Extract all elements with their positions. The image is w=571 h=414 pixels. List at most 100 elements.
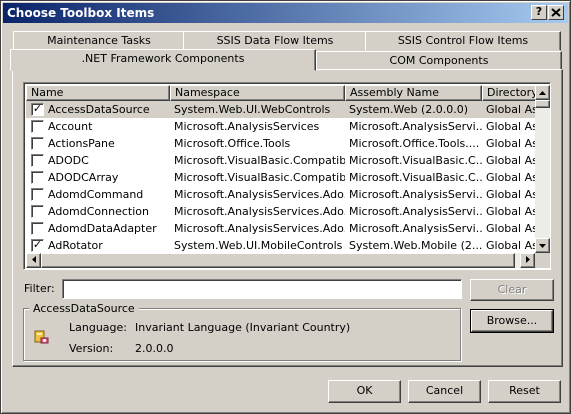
cell-namespace: System.Web.UI.MobileControls bbox=[174, 239, 343, 252]
list-body: ✓ AccessDataSource System.Web.UI.WebCont… bbox=[26, 101, 535, 253]
tab-ssis-data-flow-items[interactable]: SSIS Data Flow Items bbox=[183, 31, 367, 51]
window-title: Choose Toolbox Items bbox=[7, 6, 155, 20]
scroll-down-button[interactable] bbox=[535, 238, 550, 253]
cell-assembly: Microsoft.AnalysisServi... bbox=[349, 120, 482, 133]
tab-net-framework-components[interactable]: .NET Framework Components bbox=[10, 49, 316, 71]
vertical-scrollbar[interactable] bbox=[535, 85, 550, 253]
cell-directory: Global Ass bbox=[486, 137, 535, 150]
table-row[interactable]: ADODC Microsoft.VisualBasic.Compatibi...… bbox=[26, 152, 535, 169]
column-header-name[interactable]: Name bbox=[26, 85, 170, 101]
title-bar[interactable]: Choose Toolbox Items ? bbox=[3, 3, 568, 23]
cell-assembly: Microsoft.AnalysisServi... bbox=[349, 188, 482, 201]
cell-namespace: Microsoft.AnalysisServices.Ado... bbox=[174, 205, 345, 218]
close-button[interactable] bbox=[548, 5, 564, 20]
cell-namespace: Microsoft.AnalysisServices.Ado... bbox=[174, 188, 345, 201]
cell-name: ActionsPane bbox=[48, 137, 115, 150]
scroll-right-button[interactable] bbox=[520, 253, 535, 268]
table-row[interactable]: AdomdDataAdapter Microsoft.AnalysisServi… bbox=[26, 220, 535, 237]
row-checkbox[interactable] bbox=[31, 137, 44, 150]
tab-ssis-control-flow-items[interactable]: SSIS Control Flow Items bbox=[365, 31, 561, 51]
cell-directory: Global Ass bbox=[486, 120, 535, 133]
arrow-down-icon bbox=[539, 244, 546, 248]
cell-name: AdomdCommand bbox=[48, 188, 144, 201]
arrow-right-icon bbox=[525, 256, 530, 263]
horizontal-scrollbar[interactable] bbox=[26, 253, 535, 268]
column-header-directory[interactable]: Directory bbox=[482, 85, 542, 101]
cell-name: Account bbox=[48, 120, 93, 133]
cell-assembly: Microsoft.Office.Tools.... bbox=[349, 137, 480, 150]
language-label: Language: bbox=[69, 321, 127, 334]
scroll-up-button[interactable] bbox=[535, 85, 550, 100]
component-icon bbox=[33, 329, 51, 350]
row-checkbox[interactable] bbox=[31, 205, 44, 218]
row-checkbox[interactable] bbox=[31, 154, 44, 167]
cell-namespace: Microsoft.AnalysisServices.Ado... bbox=[174, 222, 345, 235]
help-button[interactable]: ? bbox=[531, 5, 547, 20]
horizontal-scroll-thumb[interactable] bbox=[41, 253, 515, 268]
table-row[interactable]: AdomdConnection Microsoft.AnalysisServic… bbox=[26, 203, 535, 220]
cell-name: AdomdConnection bbox=[48, 205, 149, 218]
dialog-window: Choose Toolbox Items ? Maintenance Tasks… bbox=[0, 0, 571, 414]
row-checkbox[interactable] bbox=[31, 171, 44, 184]
table-row[interactable]: ✓ AccessDataSource System.Web.UI.WebCont… bbox=[26, 101, 535, 118]
ok-button[interactable]: OK bbox=[328, 380, 401, 403]
cell-name: ADODCArray bbox=[48, 171, 119, 184]
language-value: Invariant Language (Invariant Country) bbox=[135, 321, 351, 334]
tab-maintenance-tasks[interactable]: Maintenance Tasks bbox=[13, 31, 185, 51]
cell-namespace: Microsoft.Office.Tools bbox=[174, 137, 291, 150]
cell-assembly: System.Web.Mobile (2.... bbox=[349, 239, 482, 252]
reset-button[interactable]: Reset bbox=[488, 380, 561, 403]
cell-name: AccessDataSource bbox=[48, 103, 150, 116]
cell-directory: Global Ass bbox=[486, 154, 535, 167]
checkmark-icon: ✓ bbox=[32, 102, 43, 115]
cell-directory: Global Ass bbox=[486, 171, 535, 184]
column-header-namespace[interactable]: Namespace bbox=[170, 85, 345, 101]
checkmark-icon: ✓ bbox=[32, 238, 43, 251]
row-checkbox[interactable] bbox=[31, 120, 44, 133]
table-row[interactable]: ADODCArray Microsoft.VisualBasic.Compati… bbox=[26, 169, 535, 186]
list-header: Name Namespace Assembly Name Directory bbox=[26, 85, 542, 101]
cell-assembly: System.Web (2.0.0.0) bbox=[349, 103, 469, 116]
arrow-left-icon bbox=[31, 256, 36, 263]
filter-label: Filter: bbox=[24, 282, 55, 295]
table-row[interactable]: AdomdCommand Microsoft.AnalysisServices.… bbox=[26, 186, 535, 203]
vertical-scroll-thumb[interactable] bbox=[535, 100, 550, 108]
scrollbar-corner bbox=[535, 253, 550, 268]
version-label: Version: bbox=[69, 342, 114, 355]
row-checkbox[interactable]: ✓ bbox=[31, 103, 44, 116]
column-header-assembly-name[interactable]: Assembly Name bbox=[345, 85, 482, 101]
browse-button[interactable]: Browse... bbox=[470, 309, 554, 333]
cell-assembly: Microsoft.VisualBasic.C... bbox=[349, 154, 482, 167]
cell-name: ADODC bbox=[48, 154, 89, 167]
cell-namespace: Microsoft.AnalysisServices bbox=[174, 120, 320, 133]
row-checkbox[interactable] bbox=[31, 188, 44, 201]
cancel-button[interactable]: Cancel bbox=[408, 380, 481, 403]
table-row[interactable]: ActionsPane Microsoft.Office.Tools Micro… bbox=[26, 135, 535, 152]
row-checkbox[interactable] bbox=[31, 222, 44, 235]
cell-namespace: System.Web.UI.WebControls bbox=[174, 103, 331, 116]
row-checkbox[interactable]: ✓ bbox=[31, 239, 44, 252]
scroll-left-button[interactable] bbox=[26, 253, 41, 268]
cell-directory: Global Ass bbox=[486, 188, 535, 201]
cell-directory: Global Ass bbox=[486, 222, 535, 235]
cell-namespace: Microsoft.VisualBasic.Compatibi... bbox=[174, 171, 345, 184]
clear-button[interactable]: Clear bbox=[470, 279, 554, 301]
cell-name: AdomdDataAdapter bbox=[48, 222, 157, 235]
filter-input[interactable] bbox=[62, 279, 462, 299]
cell-assembly: Microsoft.AnalysisServi... bbox=[349, 205, 482, 218]
close-icon bbox=[551, 8, 561, 17]
cell-assembly: Microsoft.AnalysisServi... bbox=[349, 222, 482, 235]
version-value: 2.0.0.0 bbox=[135, 342, 174, 355]
arrow-up-icon bbox=[539, 91, 546, 95]
table-row[interactable]: Account Microsoft.AnalysisServices Micro… bbox=[26, 118, 535, 135]
tab-com-components[interactable]: COM Components bbox=[316, 51, 562, 71]
details-group-title: AccessDataSource bbox=[29, 302, 139, 315]
cell-directory: Global Ass bbox=[486, 103, 535, 116]
cell-namespace: Microsoft.VisualBasic.Compatibi... bbox=[174, 154, 345, 167]
components-list[interactable]: Name Namespace Assembly Name Directory ✓… bbox=[23, 82, 551, 270]
cell-assembly: Microsoft.VisualBasic.C... bbox=[349, 171, 482, 184]
table-row[interactable]: ✓ AdRotator System.Web.UI.MobileControls… bbox=[26, 237, 535, 253]
cell-directory: Global Ass bbox=[486, 205, 535, 218]
cell-name: AdRotator bbox=[48, 239, 103, 252]
cell-directory: Global Ass bbox=[486, 239, 535, 252]
